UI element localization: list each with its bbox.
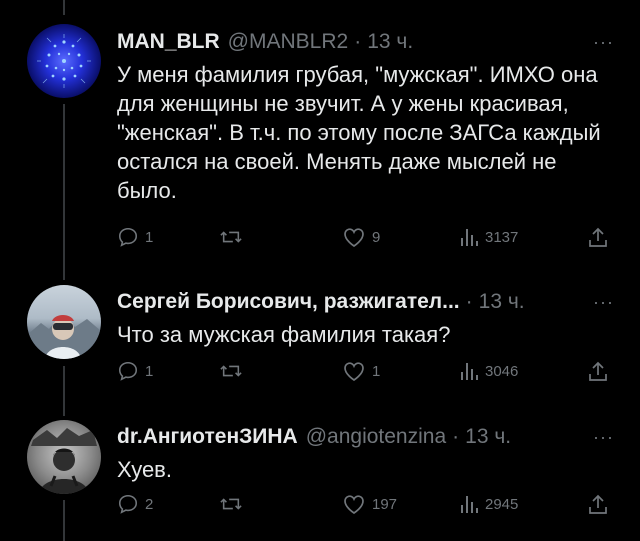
person-photo-icon — [27, 315, 101, 359]
reply-button[interactable]: 1 — [117, 226, 153, 248]
like-button[interactable]: 9 — [342, 226, 380, 248]
tweet[interactable]: dr.АнгиотенЗИНА @angiotenzina · 13 ч. ··… — [0, 405, 640, 541]
separator-dot: · — [452, 425, 460, 448]
like-count: 1 — [372, 362, 381, 380]
share-button[interactable] — [587, 360, 609, 382]
views-icon — [461, 229, 478, 246]
timestamp[interactable]: 13 ч. — [479, 290, 525, 314]
tweet[interactable]: MAN_BLR @MANBLR2 · 13 ч. ··· У меня фами… — [0, 0, 640, 270]
person-photo-icon — [31, 428, 97, 494]
more-options-button[interactable]: ··· — [593, 32, 614, 53]
avatar[interactable] — [27, 24, 101, 98]
sphere-icon — [37, 34, 91, 88]
separator-dot: · — [465, 290, 473, 313]
views-count: 3046 — [485, 362, 519, 380]
author-handle[interactable]: @angiotenzina — [306, 425, 446, 449]
separator-dot: · — [354, 30, 362, 53]
views-button[interactable]: 3137 — [459, 226, 518, 248]
views-count: 3137 — [485, 228, 519, 246]
tweet-header: dr.АнгиотенЗИНА @angiotenzina · 13 ч. — [117, 422, 511, 452]
action-bar: 1 1 3046 — [117, 360, 617, 386]
author-name[interactable]: dr.АнгиотенЗИНА — [117, 425, 298, 449]
like-icon — [344, 495, 364, 515]
like-button[interactable]: 197 — [342, 493, 397, 515]
tweet[interactable]: Сергей Борисович, разжигател... · 13 ч. … — [0, 270, 640, 405]
action-bar: 1 9 3137 — [117, 226, 617, 252]
more-options-button[interactable]: ··· — [593, 292, 614, 313]
retweet-button[interactable] — [219, 493, 249, 515]
reply-icon — [118, 227, 138, 247]
retweet-icon — [220, 365, 242, 377]
timestamp[interactable]: 13 ч. — [367, 30, 413, 54]
reply-count: 2 — [145, 495, 154, 513]
author-name[interactable]: Сергей Борисович, разжигател... — [117, 290, 460, 314]
reply-button[interactable]: 1 — [117, 360, 153, 382]
retweet-icon — [220, 498, 242, 510]
share-icon — [589, 361, 607, 381]
views-button[interactable]: 2945 — [459, 493, 518, 515]
reply-icon — [118, 494, 138, 514]
tweet-text: Что за мужская фамилия такая? — [117, 322, 451, 347]
views-icon — [461, 496, 478, 513]
author-handle[interactable]: @MANBLR2 — [228, 30, 349, 54]
retweet-button[interactable] — [219, 226, 249, 248]
share-icon — [589, 227, 607, 247]
share-button[interactable] — [587, 493, 609, 515]
reply-count: 1 — [145, 362, 154, 380]
author-name[interactable]: MAN_BLR — [117, 30, 220, 54]
action-bar: 2 197 2945 — [117, 493, 617, 519]
avatar[interactable] — [27, 420, 101, 494]
share-icon — [589, 494, 607, 514]
tweet-text: У меня фамилия грубая, "мужская". ИМХО о… — [117, 62, 601, 203]
like-count: 9 — [372, 228, 381, 246]
timestamp[interactable]: 13 ч. — [465, 425, 511, 449]
tweet-header: MAN_BLR @MANBLR2 · 13 ч. — [117, 27, 413, 57]
avatar[interactable] — [27, 285, 101, 359]
retweet-icon — [220, 231, 242, 243]
views-button[interactable]: 3046 — [459, 360, 518, 382]
tweet-header: Сергей Борисович, разжигател... · 13 ч. — [117, 287, 525, 317]
retweet-button[interactable] — [219, 360, 249, 382]
views-icon — [461, 363, 478, 380]
more-options-button[interactable]: ··· — [593, 427, 614, 448]
reply-button[interactable]: 2 — [117, 493, 153, 515]
like-count: 197 — [372, 495, 398, 513]
reply-count: 1 — [145, 228, 154, 246]
like-icon — [344, 228, 364, 248]
like-button[interactable]: 1 — [342, 360, 380, 382]
reply-icon — [118, 361, 138, 381]
like-icon — [344, 362, 364, 382]
views-count: 2945 — [485, 495, 519, 513]
tweet-text: Хуев. — [117, 457, 172, 482]
share-button[interactable] — [587, 226, 609, 248]
